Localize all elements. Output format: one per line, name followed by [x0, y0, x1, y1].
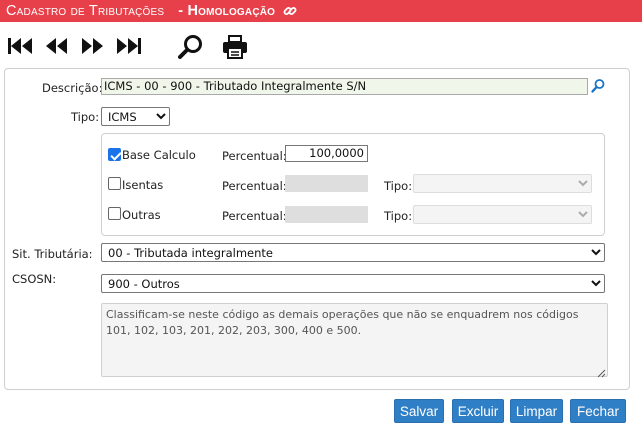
descricao-label: Descrição:	[42, 81, 103, 95]
printer-icon[interactable]	[221, 34, 249, 59]
outras-checkbox[interactable]	[108, 207, 121, 220]
csosn-select[interactable]: 900 - Outros	[101, 274, 605, 293]
isentas-checkbox[interactable]	[108, 177, 121, 190]
tipo-select[interactable]: ICMS	[101, 107, 170, 126]
link-icon[interactable]	[283, 4, 297, 18]
previous-record-icon[interactable]	[45, 34, 69, 58]
search-icon[interactable]	[177, 34, 205, 59]
limpar-button[interactable]: Limpar	[510, 399, 563, 423]
csosn-label: CSOSN:	[12, 272, 57, 286]
page-title: Cadastro de Tributações	[6, 3, 165, 19]
last-record-icon[interactable]	[115, 34, 143, 58]
isentas-tipo-select[interactable]	[413, 174, 592, 193]
resize-grip-icon[interactable]	[597, 367, 606, 378]
base-calculo-percentual-input[interactable]: 100,0000	[285, 145, 368, 162]
base-calculo-label: Base Calculo	[122, 148, 196, 162]
isentas-tipo-label: Tipo:	[384, 179, 413, 193]
base-calculo-checkbox[interactable]	[108, 148, 121, 161]
sit-tributaria-label: Sit. Tributária:	[12, 247, 93, 261]
outras-tipo-label: Tipo:	[384, 209, 413, 223]
outras-percentual-input[interactable]	[285, 206, 368, 223]
descricao-search-icon[interactable]	[590, 78, 606, 94]
isentas-percentual-label: Percentual:	[222, 179, 287, 193]
fechar-button[interactable]: Fechar	[570, 399, 626, 423]
sit-tributaria-select[interactable]: 00 - Tributada integralmente	[101, 243, 605, 262]
salvar-button[interactable]: Salvar	[394, 399, 444, 423]
excluir-button[interactable]: Excluir	[452, 399, 504, 423]
tipo-label: Tipo:	[71, 110, 100, 124]
next-record-icon[interactable]	[80, 34, 104, 58]
csosn-description-textarea[interactable]: Classificam-se neste código as demais op…	[101, 303, 608, 377]
title-bar: Cadastro de Tributações - Homologação	[0, 0, 642, 22]
first-record-icon[interactable]	[7, 34, 35, 58]
base-calculo-percentual-label: Percentual:	[222, 149, 287, 163]
isentas-label: Isentas	[122, 178, 164, 192]
page-subtitle: - Homologação	[178, 3, 276, 19]
descricao-input[interactable]: ICMS - 00 - 900 - Tributado Integralment…	[101, 78, 588, 95]
isentas-percentual-input[interactable]	[285, 175, 368, 192]
outras-label: Outras	[122, 208, 161, 222]
outras-tipo-select[interactable]	[413, 205, 592, 224]
outras-percentual-label: Percentual:	[222, 209, 287, 223]
